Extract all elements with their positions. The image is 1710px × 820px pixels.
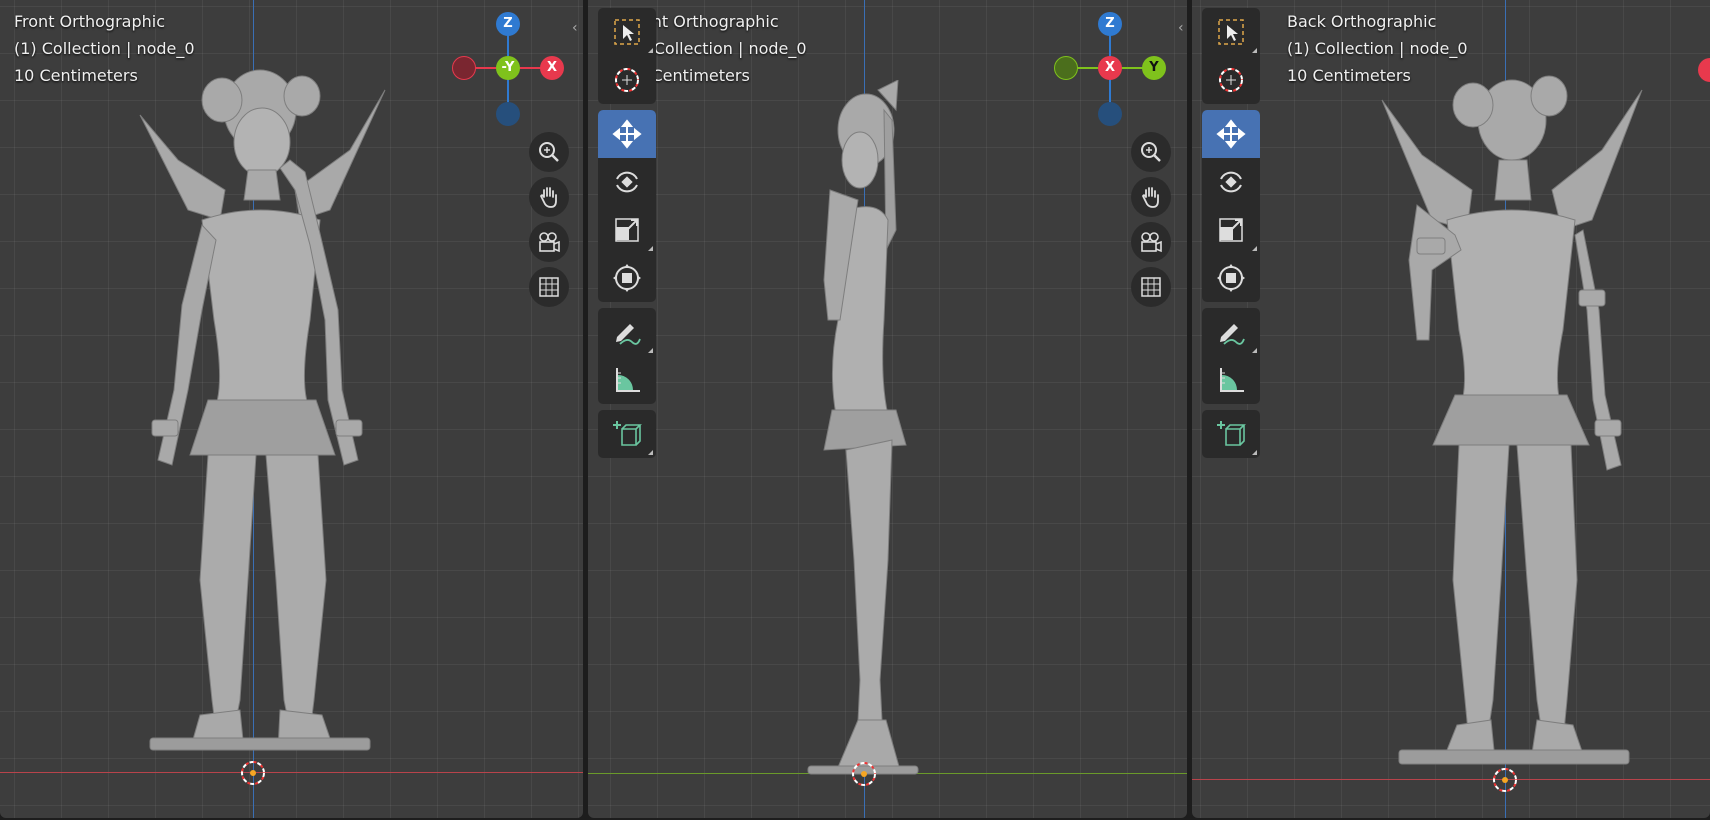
collection-label: (1) Collection | node_0: [14, 39, 195, 58]
pan-button[interactable]: [529, 177, 569, 217]
camera-icon: [539, 232, 560, 253]
navigation-gizmo[interactable]: Z Y X: [1050, 10, 1170, 126]
hand-icon: [539, 187, 557, 208]
measure-icon: [1220, 368, 1244, 392]
cursor-tool-button[interactable]: [598, 56, 656, 104]
zoom-button[interactable]: [529, 132, 569, 172]
gizmo-neg-z-axis[interactable]: [1098, 102, 1122, 126]
grid-icon: [1141, 277, 1161, 297]
rotate-tool-button[interactable]: [1202, 158, 1260, 206]
gizmo-x-axis[interactable]: X: [1098, 56, 1122, 80]
add-cube-tool-button[interactable]: [598, 410, 656, 458]
3d-cursor[interactable]: [239, 759, 267, 787]
gizmo-z-axis[interactable]: Z: [1098, 12, 1122, 36]
scale-label: 10 Centimeters: [14, 66, 138, 85]
zoom-icon: [539, 142, 559, 162]
toolbar-group-annotate: [1202, 308, 1260, 404]
measure-icon: [616, 368, 640, 392]
grid-icon: [539, 277, 559, 297]
gizmo-x-axis-partial[interactable]: [1698, 58, 1710, 82]
gizmo-y-axis[interactable]: Y: [1142, 56, 1166, 80]
scale-tool-button[interactable]: [598, 206, 656, 254]
select-box-icon: [1218, 19, 1244, 45]
move-icon: [612, 119, 642, 149]
viewport-back[interactable]: Back Orthographic (1) Collection | node_…: [1192, 0, 1710, 818]
viewport-info: Front Orthographic (1) Collection | node…: [14, 8, 195, 89]
gizmo-neg-z-axis[interactable]: [496, 102, 520, 126]
viewport-front[interactable]: Front Orthographic (1) Collection | node…: [0, 0, 583, 818]
gizmo-neg-y-axis[interactable]: -Y: [496, 56, 520, 80]
pencil-icon: [1220, 324, 1245, 345]
toolbar-group-select: [1202, 8, 1260, 104]
move-icon: [1216, 119, 1246, 149]
transform-tool-button[interactable]: [1202, 254, 1260, 302]
camera-view-button[interactable]: [1131, 222, 1171, 262]
scale-icon: [1219, 218, 1243, 242]
annotate-tool-button[interactable]: [598, 308, 656, 356]
zoom-icon: [1141, 142, 1161, 162]
select-box-icon: [614, 19, 640, 45]
3d-cursor[interactable]: [1491, 766, 1519, 794]
collection-label: (1) Collection | node_0: [1287, 39, 1468, 58]
view-name: Front Orthographic: [14, 12, 166, 31]
gizmo-neg-x-axis[interactable]: [452, 56, 476, 80]
select-box-button[interactable]: [1202, 8, 1260, 56]
toolbar-group-select: [598, 8, 656, 104]
gizmo-neg-y-axis[interactable]: [1054, 56, 1078, 80]
chevron-left-icon[interactable]: ‹: [1178, 20, 1184, 36]
add-cube-icon: [1217, 421, 1246, 446]
rotate-tool-button[interactable]: [598, 158, 656, 206]
character-model[interactable]: [1377, 60, 1647, 790]
move-tool-button[interactable]: [1202, 110, 1260, 158]
character-model[interactable]: [788, 80, 938, 780]
toolbar-group-add: [1202, 410, 1260, 458]
character-model[interactable]: [130, 60, 390, 780]
viewport-right[interactable]: Right Orthographic (1) Collection | node…: [588, 0, 1187, 818]
pencil-icon: [616, 324, 641, 345]
measure-tool-button[interactable]: [598, 356, 656, 404]
select-box-button[interactable]: [598, 8, 656, 56]
3d-cursor[interactable]: [850, 760, 878, 788]
camera-icon: [1141, 232, 1162, 253]
cursor-icon: [1219, 68, 1243, 92]
scale-tool-button[interactable]: [1202, 206, 1260, 254]
pan-button[interactable]: [1131, 177, 1171, 217]
toolbar-group-transform: [598, 110, 656, 302]
toolbar-group-annotate: [598, 308, 656, 404]
chevron-left-icon[interactable]: ‹: [572, 20, 578, 36]
scale-label: 10 Centimeters: [1287, 66, 1411, 85]
transform-icon: [1217, 264, 1245, 292]
rotate-icon: [616, 171, 638, 193]
camera-view-button[interactable]: [529, 222, 569, 262]
cursor-tool-button[interactable]: [1202, 56, 1260, 104]
gizmo-z-axis[interactable]: Z: [496, 12, 520, 36]
toolbar-group-transform: [1202, 110, 1260, 302]
navigation-gizmo[interactable]: Z X -Y: [448, 10, 568, 126]
annotate-tool-button[interactable]: [1202, 308, 1260, 356]
move-tool-button[interactable]: [598, 110, 656, 158]
add-cube-tool-button[interactable]: [1202, 410, 1260, 458]
gizmo-x-axis[interactable]: X: [540, 56, 564, 80]
cursor-icon: [615, 68, 639, 92]
toolbar: [1202, 8, 1260, 464]
toolbar: [598, 8, 656, 464]
transform-tool-button[interactable]: [598, 254, 656, 302]
hand-icon: [1141, 187, 1159, 208]
toolbar-group-add: [598, 410, 656, 458]
rotate-icon: [1220, 171, 1242, 193]
grid-toggle-button[interactable]: [1131, 267, 1171, 307]
transform-icon: [613, 264, 641, 292]
add-cube-icon: [613, 421, 642, 446]
measure-tool-button[interactable]: [1202, 356, 1260, 404]
grid-toggle-button[interactable]: [529, 267, 569, 307]
scale-icon: [615, 218, 639, 242]
zoom-button[interactable]: [1131, 132, 1171, 172]
view-name: Back Orthographic: [1287, 12, 1437, 31]
